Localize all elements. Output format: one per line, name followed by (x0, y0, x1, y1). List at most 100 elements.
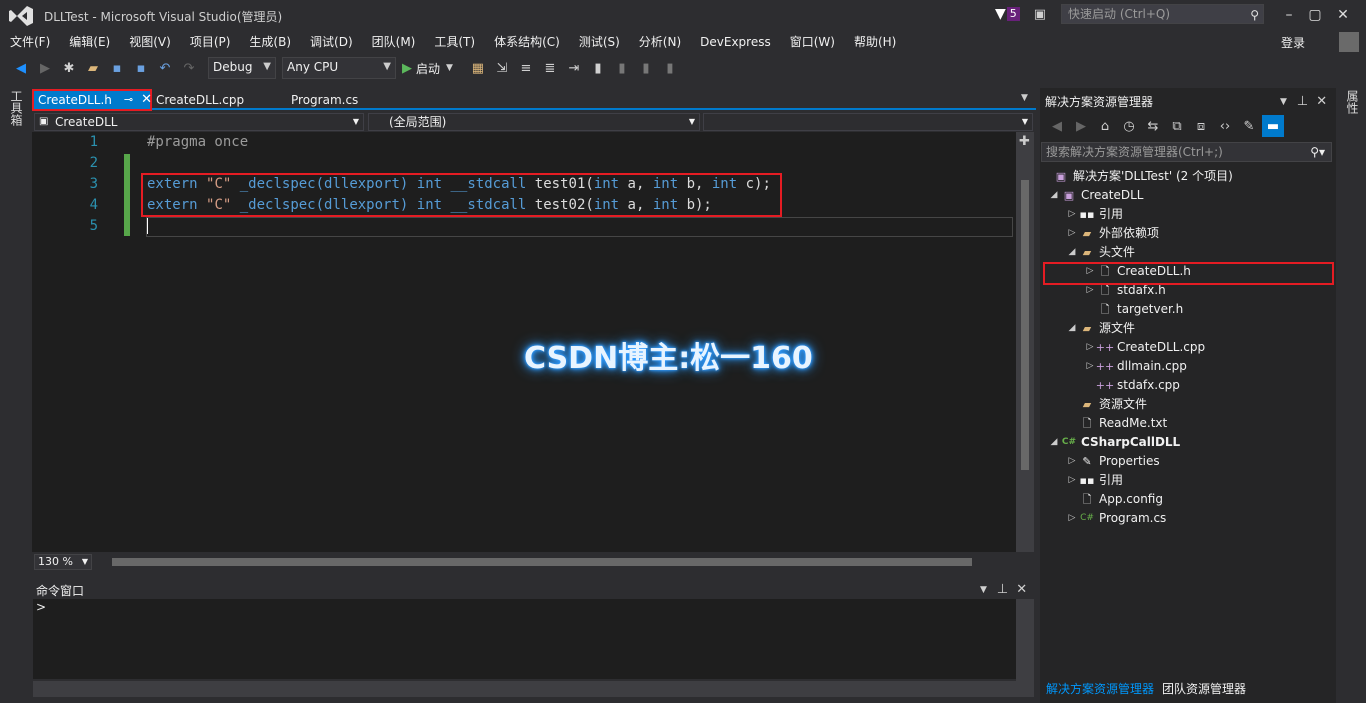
global-scope-select[interactable]: (全局范围) ▼ (368, 113, 700, 131)
tab-solution-explorer[interactable]: 解决方案资源管理器 (1046, 680, 1154, 697)
tab-overflow-chevron-icon[interactable]: ▼ (1021, 93, 1028, 103)
menu-architecture[interactable]: 体系结构(C) (484, 31, 569, 53)
expanded-arrow-icon[interactable]: ◢ (1047, 186, 1061, 205)
clear-bookmarks-icon[interactable]: ▮ (659, 57, 681, 79)
tree-solution[interactable]: ▣ 解决方案'DLLTest' (2 个项目) (1041, 167, 1333, 186)
pin-icon[interactable]: ⊥ (997, 582, 1008, 597)
prev-bookmark-icon[interactable]: ▮ (611, 57, 633, 79)
tree-project-csharpcalldll[interactable]: ◢ C# CSharpCallDLL (1041, 433, 1333, 452)
chevron-down-icon[interactable]: ▼ (980, 585, 987, 595)
menu-tools[interactable]: 工具(T) (424, 31, 484, 53)
chevron-down-icon[interactable]: ▼ (1280, 97, 1287, 107)
menu-test[interactable]: 测试(S) (569, 31, 629, 53)
history-icon[interactable]: ◷ (1118, 115, 1140, 137)
configuration-select[interactable]: Debug ▼ (208, 57, 276, 79)
expanded-arrow-icon[interactable]: ◢ (1065, 319, 1079, 338)
redo-icon[interactable]: ↷ (178, 57, 200, 79)
forward-icon[interactable]: ▶ (1070, 115, 1092, 137)
tree-properties[interactable]: ▷ ✎ Properties (1041, 452, 1333, 471)
sync-icon[interactable]: ⇆ (1142, 115, 1164, 137)
minimize-button[interactable]: – (1277, 5, 1301, 25)
tree-resource-files[interactable]: ▰ 资源文件 (1041, 395, 1333, 414)
command-horizontal-scrollbar[interactable] (33, 681, 1034, 697)
account-avatar[interactable] (1339, 32, 1359, 52)
close-icon[interactable]: ✕ (1316, 94, 1327, 109)
menu-view[interactable]: 视图(V) (119, 31, 180, 53)
split-plus-icon[interactable]: ✚ (1019, 134, 1030, 149)
collapsed-arrow-icon[interactable]: ▷ (1065, 452, 1079, 471)
save-icon[interactable]: ▪ (106, 57, 128, 79)
menu-build[interactable]: 生成(B) (239, 31, 300, 53)
undo-icon[interactable]: ↶ (154, 57, 176, 79)
search-icon[interactable]: ⚲▾ (1310, 143, 1325, 161)
menu-debug[interactable]: 调试(D) (300, 31, 362, 53)
properties-wrench-icon[interactable]: ✎ (1238, 115, 1260, 137)
tree-file-readme[interactable]: 🗋 ReadMe.txt (1041, 414, 1333, 433)
menu-analyze[interactable]: 分析(N) (629, 31, 690, 53)
tree-references[interactable]: ▷ ▪▪ 引用 (1041, 205, 1333, 224)
home-icon[interactable]: ⌂ (1094, 115, 1116, 137)
back-icon[interactable]: ◀ (1046, 115, 1068, 137)
tree-external-dependencies[interactable]: ▷ ▰ 外部依赖项 (1041, 224, 1333, 243)
tree-references-2[interactable]: ▷ ▪▪ 引用 (1041, 471, 1333, 490)
menu-team[interactable]: 团队(M) (362, 31, 425, 53)
zoom-select[interactable]: 130 % ▼ (34, 554, 92, 570)
start-play-icon[interactable]: ▶ (402, 61, 412, 76)
tree-file-stdafx-cpp[interactable]: ++ stdafx.cpp (1041, 376, 1333, 395)
tree-file-targetver-h[interactable]: 🗋 targetver.h (1041, 300, 1333, 319)
forward-icon[interactable]: ▶ (34, 57, 56, 79)
collapse-all-icon[interactable]: ⧉ (1166, 115, 1188, 137)
tab-createdll-h[interactable]: CreateDLL.h ⊸ ✕ (32, 89, 152, 111)
tree-file-createdll-cpp[interactable]: ▷ ++ CreateDLL.cpp (1041, 338, 1333, 357)
command-input-area[interactable] (33, 599, 1017, 679)
close-icon[interactable]: ✕ (1016, 582, 1027, 597)
view-code-icon[interactable]: ‹› (1214, 115, 1236, 137)
maximize-button[interactable]: ▢ (1303, 5, 1327, 25)
member-select[interactable]: ▼ (703, 113, 1033, 131)
pin-icon[interactable]: ⊥ (1297, 94, 1308, 109)
horizontal-scroll-thumb[interactable] (112, 558, 972, 566)
show-all-files-icon[interactable]: ⧈ (1190, 115, 1212, 137)
vertical-scroll-thumb[interactable] (1021, 180, 1029, 470)
tree-file-app-config[interactable]: 🗋 App.config (1041, 490, 1333, 509)
collapsed-arrow-icon[interactable]: ▷ (1065, 205, 1079, 224)
tree-file-dllmain-cpp[interactable]: ▷ ++ dllmain.cpp (1041, 357, 1333, 376)
save-all-icon[interactable]: ▪ (130, 57, 152, 79)
menu-project[interactable]: 项目(P) (180, 31, 240, 53)
feedback-icon[interactable]: ▣ (1034, 7, 1046, 22)
menu-help[interactable]: 帮助(H) (844, 31, 905, 53)
menu-file[interactable]: 文件(F) (0, 31, 59, 53)
collapsed-arrow-icon[interactable]: ▷ (1065, 224, 1079, 243)
indent-icon[interactable]: ⇥ (563, 57, 585, 79)
project-scope-select[interactable]: ▣ CreateDLL ▼ (34, 113, 364, 131)
menu-edit[interactable]: 编辑(E) (59, 31, 119, 53)
tree-project-createdll[interactable]: ◢ ▣ CreateDLL (1041, 186, 1333, 205)
expanded-arrow-icon[interactable]: ◢ (1047, 433, 1061, 452)
new-project-icon[interactable]: ✱ (58, 57, 80, 79)
open-folder-icon[interactable]: ▰ (82, 57, 104, 79)
tab-program-cs[interactable]: Program.cs (285, 90, 364, 110)
next-bookmark-icon[interactable]: ▮ (635, 57, 657, 79)
expanded-arrow-icon[interactable]: ◢ (1065, 243, 1079, 262)
step-icon[interactable]: ⇲ (491, 57, 513, 79)
search-icon[interactable]: ⚲ (1250, 6, 1259, 24)
notifications[interactable]: ▼ 5 ▣ (995, 6, 1046, 22)
find-in-files-icon[interactable]: ▦ (467, 57, 489, 79)
collapsed-arrow-icon[interactable]: ▷ (1065, 471, 1079, 490)
menu-devexpress[interactable]: DevExpress (690, 31, 780, 53)
comment-icon[interactable]: ≡ (515, 57, 537, 79)
uncomment-icon[interactable]: ≣ (539, 57, 561, 79)
back-icon[interactable]: ◀ (10, 57, 32, 79)
chevron-down-icon[interactable]: ▼ (446, 63, 453, 73)
bookmark-icon[interactable]: ▮ (587, 57, 609, 79)
tree-source-files[interactable]: ◢ ▰ 源文件 (1041, 319, 1333, 338)
menu-window[interactable]: 窗口(W) (780, 31, 844, 53)
preview-icon[interactable]: ▬ (1262, 115, 1284, 137)
tree-header-files[interactable]: ◢ ▰ 头文件 (1041, 243, 1333, 262)
tree-file-program-cs[interactable]: ▷ C# Program.cs (1041, 509, 1333, 528)
tab-team-explorer[interactable]: 团队资源管理器 (1162, 680, 1246, 697)
properties-tab[interactable]: 属性 (1344, 90, 1361, 114)
platform-select[interactable]: Any CPU ▼ (282, 57, 396, 79)
collapsed-arrow-icon[interactable]: ▷ (1065, 509, 1079, 528)
close-button[interactable]: ✕ (1331, 5, 1355, 25)
